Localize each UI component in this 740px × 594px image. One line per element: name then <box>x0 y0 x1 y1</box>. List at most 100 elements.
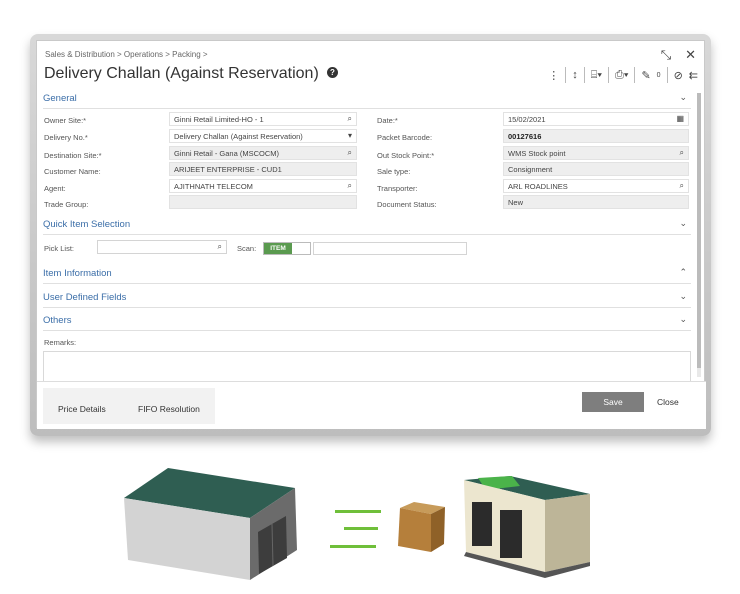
close-icon[interactable]: ✕ <box>685 47 696 63</box>
owner-site-field[interactable]: Ginni Retail Limited-HO - 1 ⌕ <box>169 112 357 126</box>
owner-site-label: Owner Site:* <box>44 116 87 125</box>
scan-input[interactable] <box>313 242 467 255</box>
search-icon[interactable]: ⌕ <box>680 181 684 191</box>
packet-barcode-value: 00127616 <box>508 132 542 141</box>
section-quick-item-label: Quick Item Selection <box>43 219 131 230</box>
packet-barcode-field: 00127616 <box>503 129 689 143</box>
section-item-information[interactable]: Item Information ⌃ <box>43 266 691 284</box>
warehouse-illustration <box>124 468 297 580</box>
chevron-down-icon[interactable]: ⌄ <box>679 92 687 103</box>
toolbar-divider <box>565 67 567 83</box>
help-icon[interactable]: ? <box>327 67 338 78</box>
destination-site-value: Ginni Retail - Gana (MSCOCM) <box>174 149 280 158</box>
agent-label: Agent: <box>44 184 66 193</box>
section-user-defined-fields[interactable]: User Defined Fields ⌄ <box>43 290 691 308</box>
out-stock-point-field[interactable]: WMS Stock point ⌕ <box>503 146 689 160</box>
toggle-item-label: ITEM <box>264 243 292 254</box>
agent-value: AJITHNATH TELECOM <box>174 182 253 191</box>
section-quick-item-selection[interactable]: Quick Item Selection ⌄ <box>43 217 691 235</box>
sale-type-value: Consignment <box>508 165 553 174</box>
link-icon[interactable]: ⊘ <box>674 69 683 82</box>
store-illustration <box>464 476 590 578</box>
price-details-tab[interactable]: Price Details <box>58 404 106 414</box>
date-field[interactable]: 15/02/2021 ▦ <box>503 112 689 126</box>
customer-name-field: ARIJEET ENTERPRISE - CUD1 <box>169 162 357 176</box>
section-general[interactable]: General ⌄ <box>43 91 691 109</box>
motion-lines <box>330 510 381 548</box>
fifo-resolution-tab[interactable]: FIFO Resolution <box>138 404 200 414</box>
date-value: 15/02/2021 <box>508 115 546 124</box>
sale-type-field: Consignment <box>503 162 689 176</box>
remarks-label: Remarks: <box>44 338 77 347</box>
toolbar-divider <box>634 67 636 83</box>
print-icon[interactable]: ⎙▾ <box>615 69 628 82</box>
destination-site-label: Destination Site:* <box>44 151 102 160</box>
out-stock-point-label: Out Stock Point:* <box>377 151 435 160</box>
search-icon[interactable]: ⌕ <box>680 148 684 158</box>
save-button[interactable]: Save <box>582 392 644 412</box>
dropdown-arrow-icon[interactable]: ▾ <box>348 131 352 140</box>
destination-site-field[interactable]: Ginni Retail - Gana (MSCOCM) ⌕ <box>169 146 357 160</box>
close-button[interactable]: Close <box>657 397 679 407</box>
chevron-down-icon[interactable]: ⌄ <box>679 218 687 229</box>
section-others[interactable]: Others ⌄ <box>43 313 691 331</box>
package-box-illustration <box>398 502 445 552</box>
sale-type-label: Sale type: <box>377 167 411 176</box>
pick-list-input[interactable]: ⌕ <box>97 240 227 254</box>
stage: Sales & Distribution > Operations > Pack… <box>0 0 740 594</box>
collapse-panel-icon[interactable]: ⇇ <box>689 69 698 82</box>
delivery-no-select[interactable]: Delivery Challan (Against Reservation) ▾ <box>169 129 357 143</box>
remarks-textarea[interactable] <box>43 351 691 385</box>
window-controls: ⤡ ✕ <box>661 47 696 63</box>
search-icon[interactable]: ⌕ <box>348 114 352 124</box>
section-general-label: General <box>43 93 77 104</box>
scan-mode-toggle[interactable]: ITEM <box>263 242 311 255</box>
app-window: Sales & Distribution > Operations > Pack… <box>36 40 706 429</box>
vertical-scrollbar[interactable] <box>697 93 701 377</box>
page-title: Delivery Challan (Against Reservation) <box>44 65 319 82</box>
trade-group-label: Trade Group: <box>44 200 89 209</box>
attachment-count: 0 <box>656 71 661 79</box>
chevron-up-icon[interactable]: ⌃ <box>679 267 687 278</box>
chevron-down-icon[interactable]: ⌄ <box>679 314 687 325</box>
search-icon[interactable]: ⌕ <box>348 181 352 191</box>
chevron-down-icon[interactable]: ⌄ <box>679 291 687 302</box>
document-status-label: Document Status: <box>377 200 437 209</box>
toolbar-divider <box>583 67 585 83</box>
toolbar-divider <box>666 67 668 83</box>
owner-site-value: Ginni Retail Limited-HO - 1 <box>174 115 264 124</box>
more-vertical-icon[interactable]: ⋮ <box>548 69 559 82</box>
pick-list-label: Pick List: <box>44 244 75 253</box>
document-status-field: New <box>503 195 689 209</box>
footer-tabs: Price Details FIFO Resolution <box>43 388 215 424</box>
transporter-label: Transporter: <box>377 184 418 193</box>
transporter-field[interactable]: ARL ROADLINES ⌕ <box>503 179 689 193</box>
section-item-information-label: Item Information <box>43 268 112 279</box>
sort-icon[interactable]: ↕ <box>572 69 578 81</box>
transporter-value: ARL ROADLINES <box>508 182 568 191</box>
agent-field[interactable]: AJITHNATH TELECOM ⌕ <box>169 179 357 193</box>
footer-bar: Price Details FIFO Resolution Save Close <box>37 381 706 429</box>
search-icon[interactable]: ⌕ <box>348 148 352 158</box>
calendar-icon[interactable]: ▦ <box>676 114 684 123</box>
search-icon[interactable]: ⌕ <box>218 242 222 252</box>
scrollbar-thumb[interactable] <box>697 93 701 368</box>
breadcrumb: Sales & Distribution > Operations > Pack… <box>45 50 208 59</box>
filter-icon[interactable]: ⌸▾ <box>591 69 602 82</box>
section-others-label: Others <box>43 315 72 326</box>
delivery-illustration <box>124 468 590 580</box>
toolbar: ⋮ ↕ ⌸▾ ⎙▾ ✎ 0 ⊘ ⇇ <box>548 67 698 83</box>
trade-group-field[interactable] <box>169 195 357 209</box>
document-status-value: New <box>508 198 524 207</box>
date-label: Date:* <box>377 116 398 125</box>
scan-label: Scan: <box>237 244 257 253</box>
delivery-no-value: Delivery Challan (Against Reservation) <box>174 132 303 141</box>
resize-icon[interactable]: ⤡ <box>661 47 671 63</box>
delivery-no-label: Delivery No.* <box>44 133 88 142</box>
customer-name-value: ARIJEET ENTERPRISE - CUD1 <box>174 165 282 174</box>
attachment-icon[interactable]: ✎ <box>641 69 650 82</box>
section-udf-label: User Defined Fields <box>43 292 127 303</box>
out-stock-point-value: WMS Stock point <box>508 149 566 158</box>
toolbar-divider <box>608 67 610 83</box>
packet-barcode-label: Packet Barcode: <box>377 133 433 142</box>
